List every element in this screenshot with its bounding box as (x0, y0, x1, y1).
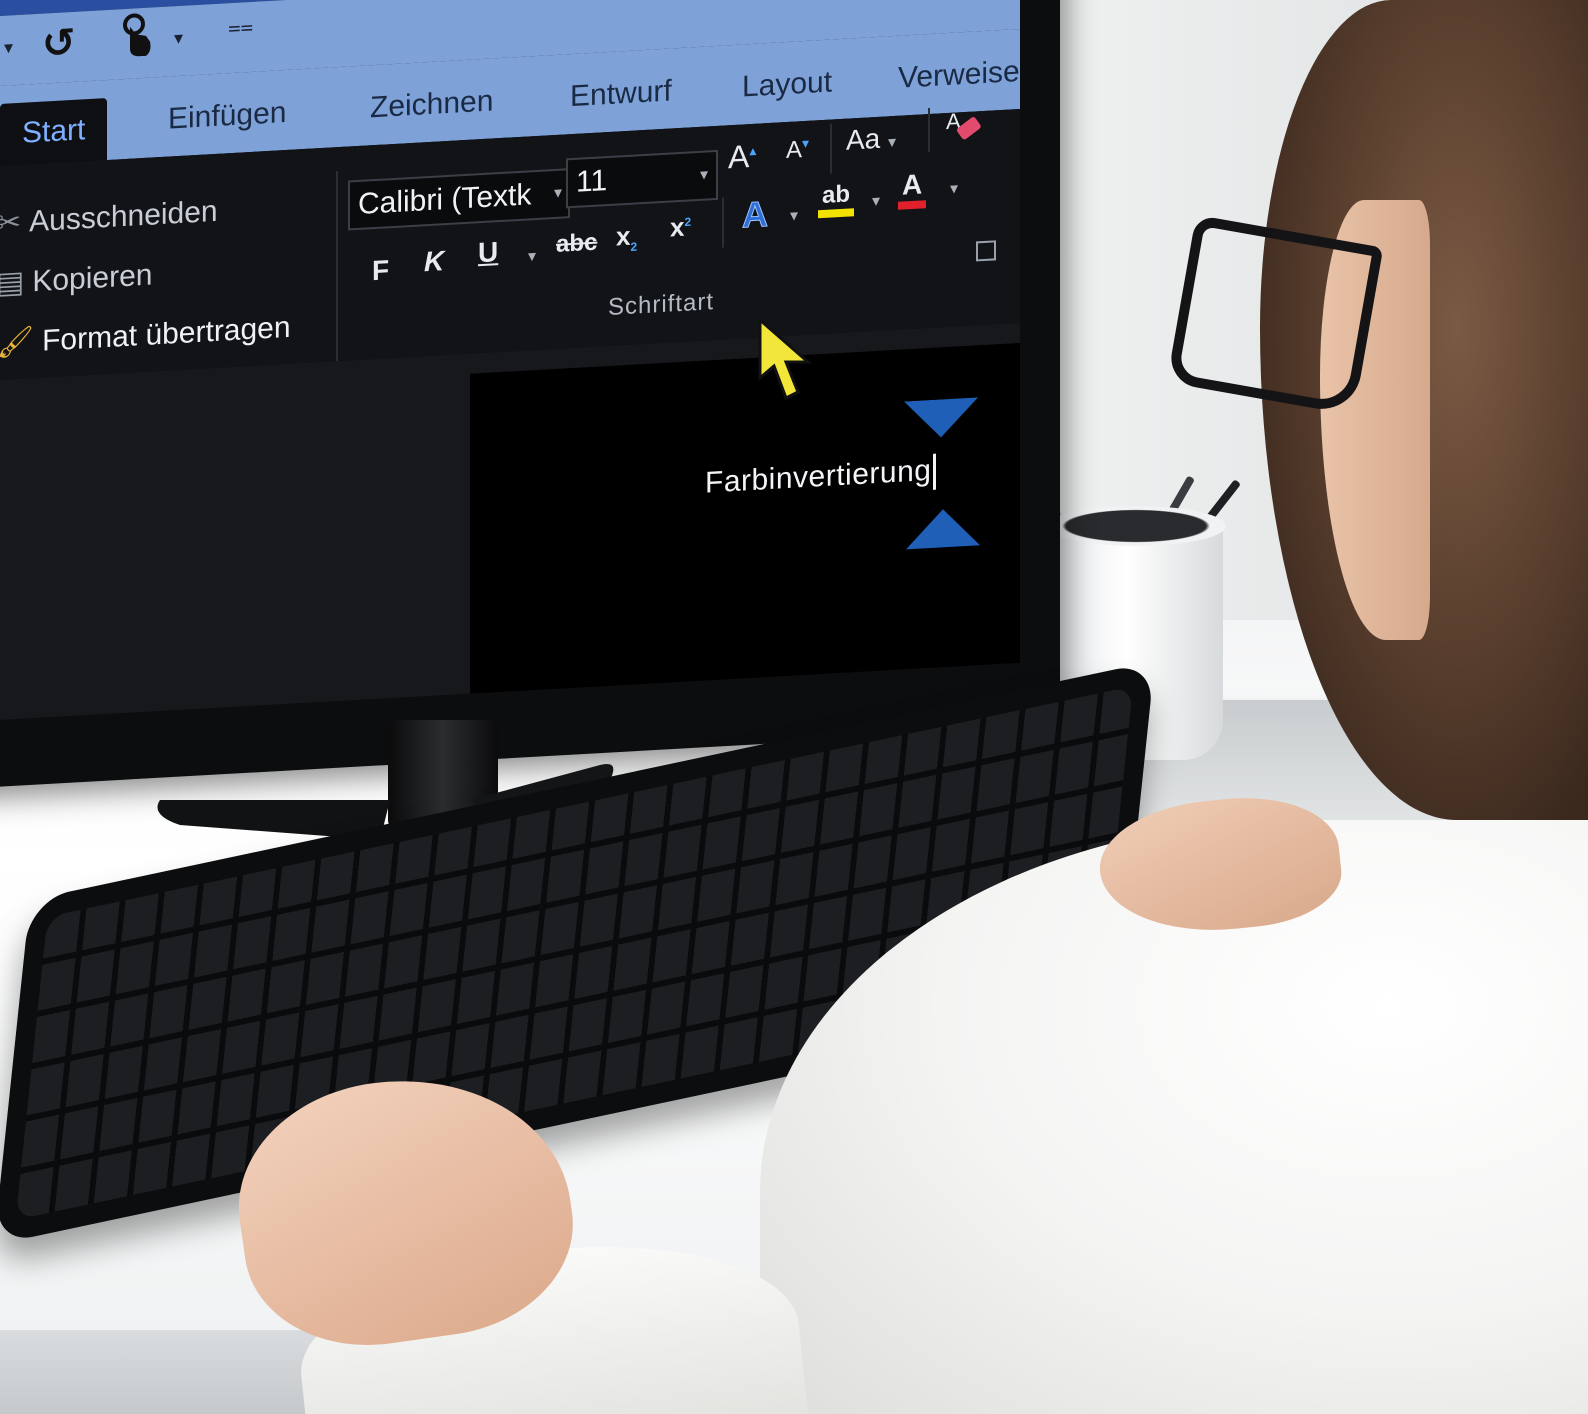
divider (928, 108, 930, 153)
font-color-dropdown-icon[interactable]: ▾ (950, 178, 958, 197)
font-name-value: Calibri (Textk (358, 178, 532, 221)
tab-einfuegen[interactable]: Einfügen (168, 96, 286, 137)
tab-zeichnen[interactable]: Zeichnen (370, 84, 493, 125)
change-case-button[interactable]: Aa ▾ (846, 122, 896, 157)
text-effects-button[interactable]: A (742, 193, 769, 236)
font-size-box[interactable]: 11 ▾ (566, 149, 718, 209)
tab-entwurf[interactable]: Entwurf (570, 74, 672, 114)
shrink-font-button[interactable]: A▾ (786, 135, 809, 165)
grow-font-button[interactable]: A▴ (728, 138, 756, 177)
photo-scene: ▾ ↺ ▾ ⩵ Start Einfügen Zeichnen Entwurf … (0, 0, 1588, 1414)
undo-icon[interactable]: ↺ (42, 20, 76, 68)
bold-button[interactable]: F (372, 254, 389, 287)
touch-mode-dropdown-icon[interactable]: ▾ (174, 28, 183, 50)
font-group-label: Schriftart (608, 288, 715, 322)
grow-arrow-icon: ▴ (749, 142, 757, 159)
tab-verweise[interactable]: Verweise (898, 55, 1020, 96)
subscript-2-glyph: 2 (630, 239, 638, 254)
customize-qat-icon[interactable]: ⩵ (228, 14, 253, 40)
font-color-button[interactable]: A (898, 168, 927, 210)
change-case-dropdown-icon: ▾ (888, 133, 897, 152)
change-case-label: Aa (846, 122, 881, 156)
screen: ▾ ↺ ▾ ⩵ Start Einfügen Zeichnen Entwurf … (0, 0, 1020, 721)
format-painter-icon: 🖌 (0, 325, 35, 361)
strikethrough-button[interactable]: abc (556, 229, 597, 259)
font-name-dropdown-icon[interactable]: ▾ (554, 171, 562, 217)
mouse-pointer-icon (758, 318, 812, 401)
divider (830, 123, 832, 174)
font-size-value: 11 (576, 164, 608, 199)
highlight-dropdown-icon[interactable]: ▾ (872, 191, 880, 210)
text-effects-dropdown-icon[interactable]: ▾ (790, 205, 798, 224)
subscript-label: x (616, 220, 631, 252)
dropdown-arrow-icon[interactable]: ▾ (4, 37, 13, 59)
text-caret (933, 453, 937, 490)
font-launcher-icon[interactable] (976, 240, 996, 262)
grow-font-label: A (728, 138, 750, 176)
underline-button[interactable]: U (478, 236, 498, 269)
superscript-button[interactable]: x2 (670, 211, 691, 243)
shrink-arrow-icon: ▾ (802, 134, 810, 152)
italic-button[interactable]: K (424, 245, 444, 278)
copy-icon: ▤ (0, 265, 25, 301)
copy-label: Kopieren (32, 258, 153, 299)
touch-mode-icon[interactable] (116, 11, 156, 59)
subscript-button[interactable]: x2 (616, 220, 637, 254)
font-size-dropdown-icon[interactable]: ▾ (700, 152, 708, 198)
clear-formatting-icon[interactable]: A (944, 103, 984, 145)
glasses (1166, 214, 1384, 416)
marker-down-icon (904, 397, 978, 438)
group-divider (336, 171, 338, 372)
highlight-button[interactable]: ab (818, 180, 855, 219)
superscript-2-glyph: 2 (684, 214, 692, 230)
divider (722, 197, 724, 248)
superscript-label: x (670, 211, 685, 243)
marker-up-icon (906, 509, 980, 550)
shrink-font-label: A (786, 136, 803, 165)
underline-dropdown-icon[interactable]: ▾ (528, 246, 536, 265)
pen-cup-rim (1046, 506, 1226, 546)
tab-layout[interactable]: Layout (742, 65, 832, 104)
scissors-icon: ✂ (0, 205, 22, 241)
